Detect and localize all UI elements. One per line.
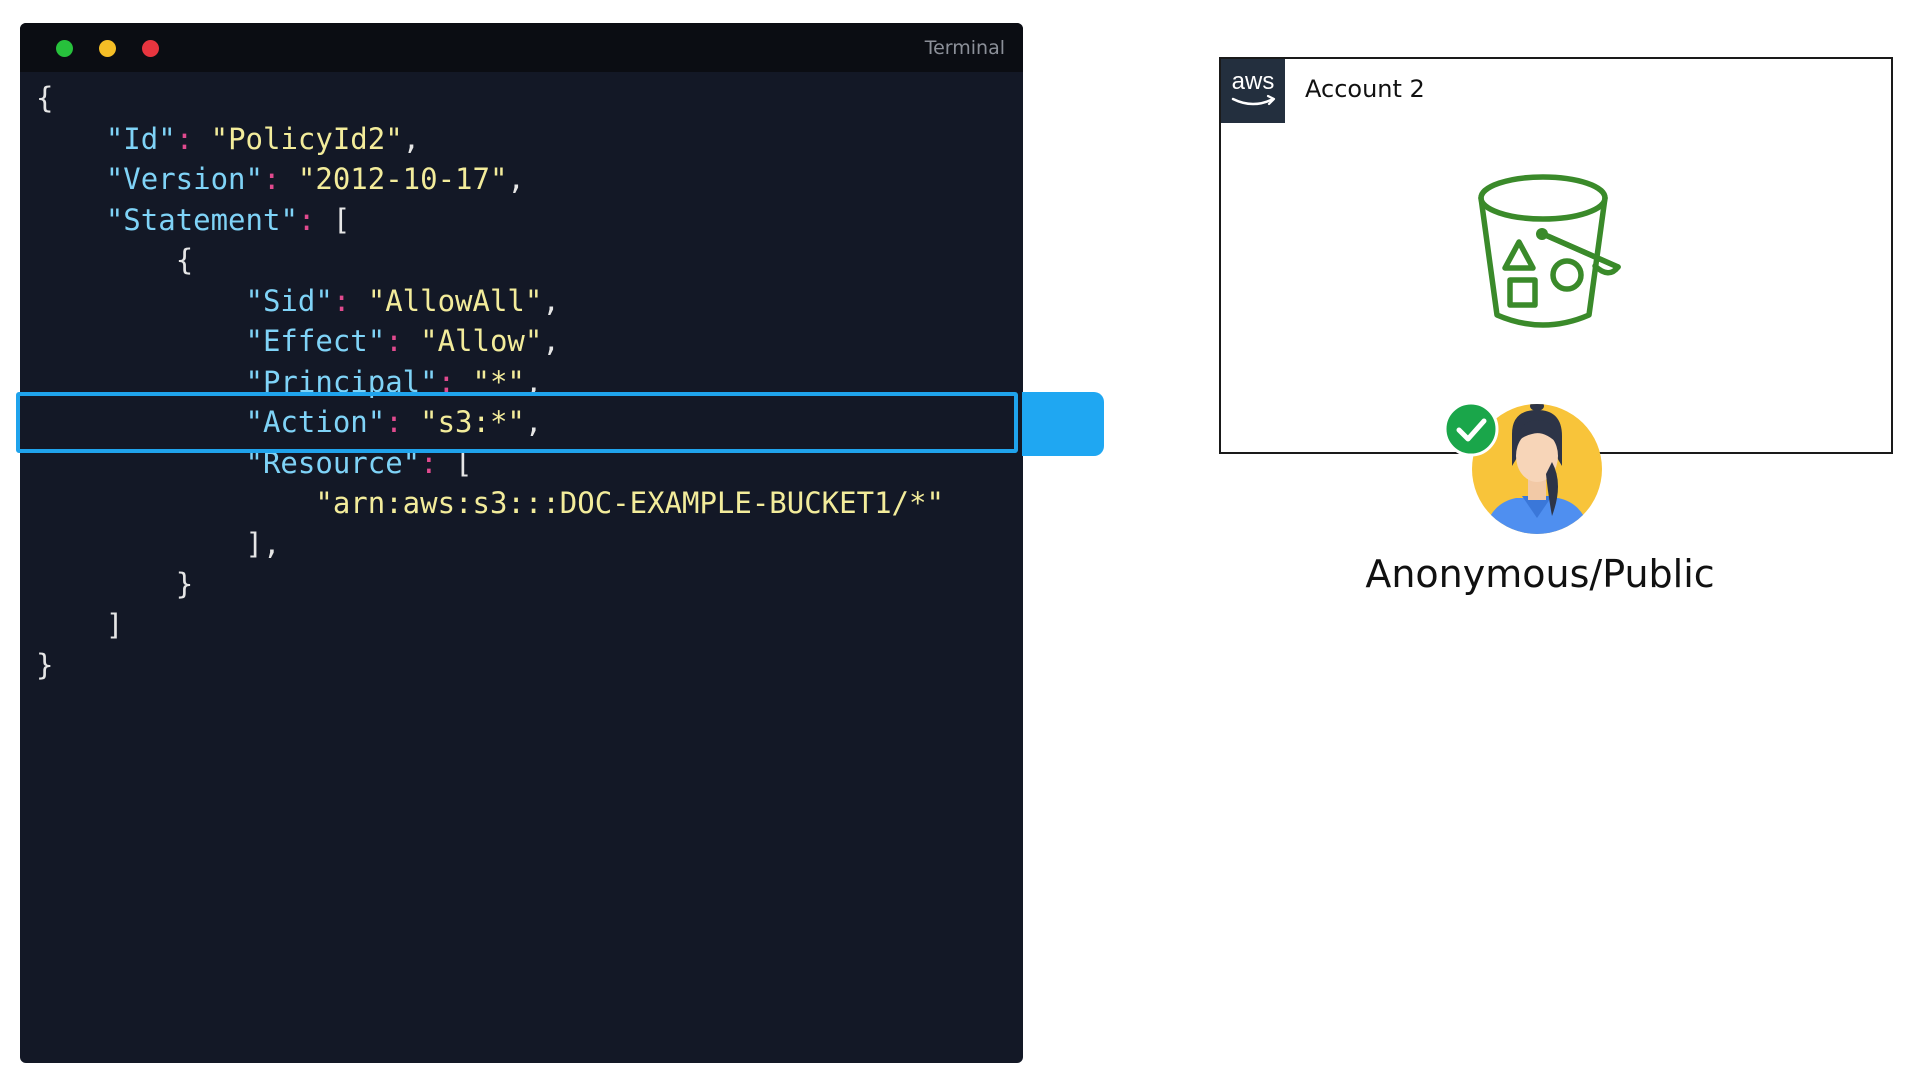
maximize-button[interactable] [56,40,73,57]
code-value-version: "2012-10-17" [297,162,508,196]
s3-bucket-icon[interactable] [1477,171,1637,341]
code-key-id: "Id" [105,121,176,156]
code-token: { [175,243,194,277]
action-line-highlight [16,392,1018,453]
code-value-resource: "arn:aws:s3:::DOC-EXAMPLE-BUCKET1/*" [315,486,944,520]
code-token: } [175,567,194,601]
anonymous-public-label: Anonymous/Public [1365,552,1715,596]
terminal-window: Terminal { "Id": "PolicyId2", "Version":… [20,23,1023,1063]
code-key-effect: "Effect" [245,324,386,358]
code-key-statement: "Statement" [105,202,298,237]
account-title: Account 2 [1305,75,1425,103]
code-value-sid: "AllowAll" [367,283,543,318]
code-token: { [36,81,54,115]
terminal-titlebar: Terminal [20,23,1023,72]
code-value-id: "PolicyId2" [210,121,403,156]
code-key-sid: "Sid" [245,283,333,318]
code-key-version: "Version" [105,162,263,196]
code-token: ] [105,607,124,642]
close-button[interactable] [142,40,159,57]
aws-smile-icon [1231,94,1276,106]
code-token: [ [332,202,351,237]
policy-json-code: { "Id": "PolicyId2", "Version": "2012-10… [36,81,944,682]
code-token: } [36,648,54,682]
account-panel: aws Account 2 [1219,57,1893,454]
check-icon [1443,401,1499,457]
code-value-effect: "Allow" [420,324,543,358]
highlight-tab [1022,392,1104,456]
minimize-button[interactable] [99,40,116,57]
aws-logo-icon: aws [1221,59,1285,123]
code-token: ], [245,526,281,561]
terminal-title: Terminal [924,37,1005,59]
